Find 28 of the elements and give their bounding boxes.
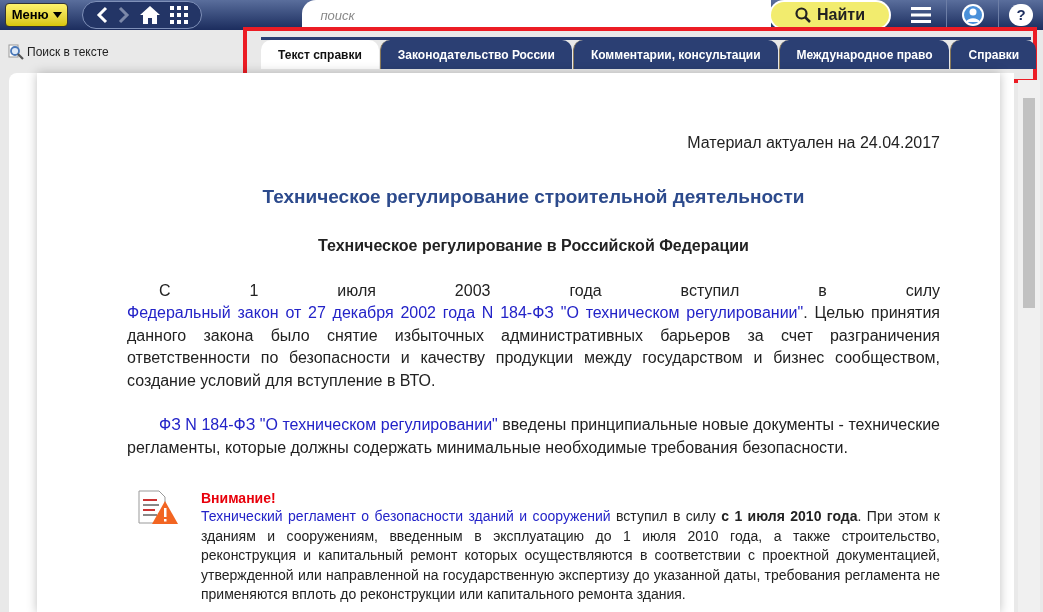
search-icon (8, 44, 24, 60)
notice-heading: Внимание! (201, 489, 277, 507)
find-button[interactable]: Найти (771, 2, 889, 28)
forward-icon[interactable] (118, 6, 131, 24)
grid-icon[interactable] (170, 6, 189, 24)
document-subtitle: Техническое регулирование в Российской Федерации (317, 235, 750, 256)
tab[interactable]: Комментарии, консультации (572, 40, 778, 69)
find-in-text-link[interactable]: Поиск в тексте (27, 44, 109, 60)
back-icon[interactable] (96, 6, 109, 24)
tab[interactable]: Международное право (778, 40, 950, 69)
search-field[interactable]: поиск (302, 0, 771, 30)
document-link[interactable]: Федеральный закон от 27 декабря 2002 года N 184-ФЗ "О техническом регулировании" (127, 304, 804, 321)
paragraph: ФЗ N 184-ФЗ "О техническом регулировании" введены принципиальные новые документы - технические регламенты, которые должны содержать минимальные необходимые требования безопасности. (127, 415, 940, 458)
caret-icon (52, 12, 62, 18)
tab[interactable]: Текст справки (261, 40, 379, 69)
tab[interactable]: Законодательство России (379, 40, 572, 69)
tab[interactable]: Справки (950, 40, 1037, 69)
document-warning-icon (137, 489, 179, 527)
paragraph: С 1 июля 2003 года вступил в силу Федеральный закон от 27 декабря 2002 года N 184-ФЗ "О техническом регулировании". Целью принятия данного закона было снятие избыточных административных барьеров за счет разграничения ответственности по безопасности и качеству продукции между государством и бизнес сообществом, создание условий для вступление в ВТО. (127, 280, 940, 391)
notice-text: Технический регламент о безопасности зданий и сооружений вступил в силу с 1 июля 2010 года. При этом к зданиям и сооружениям, введенным в эксплуатацию до 1 июля 2010 года, а также строительство, реконструкция и капитальный ремонт которых осуществляются в соответствии с проектной документацией, утвержденной или направленной на государственную экспертизу до указанной даты, требования регламента не применяются вплоть до реконструкции или капитального ремонта здания. (201, 507, 940, 604)
document-link[interactable]: Технический регламент о безопасности зданий и сооружений (201, 508, 611, 524)
search-icon (795, 7, 812, 23)
menu-button[interactable]: Меню (5, 3, 69, 27)
date-note: Материал актуален на 24.04.2017 (686, 133, 940, 153)
help-button[interactable]: ? (1009, 4, 1033, 26)
document-title: Техническое регулирование строительной деятельности (261, 185, 806, 209)
document-link[interactable]: ФЗ N 184-ФЗ "О техническом регулировании" (159, 416, 498, 433)
home-icon[interactable] (140, 6, 161, 24)
